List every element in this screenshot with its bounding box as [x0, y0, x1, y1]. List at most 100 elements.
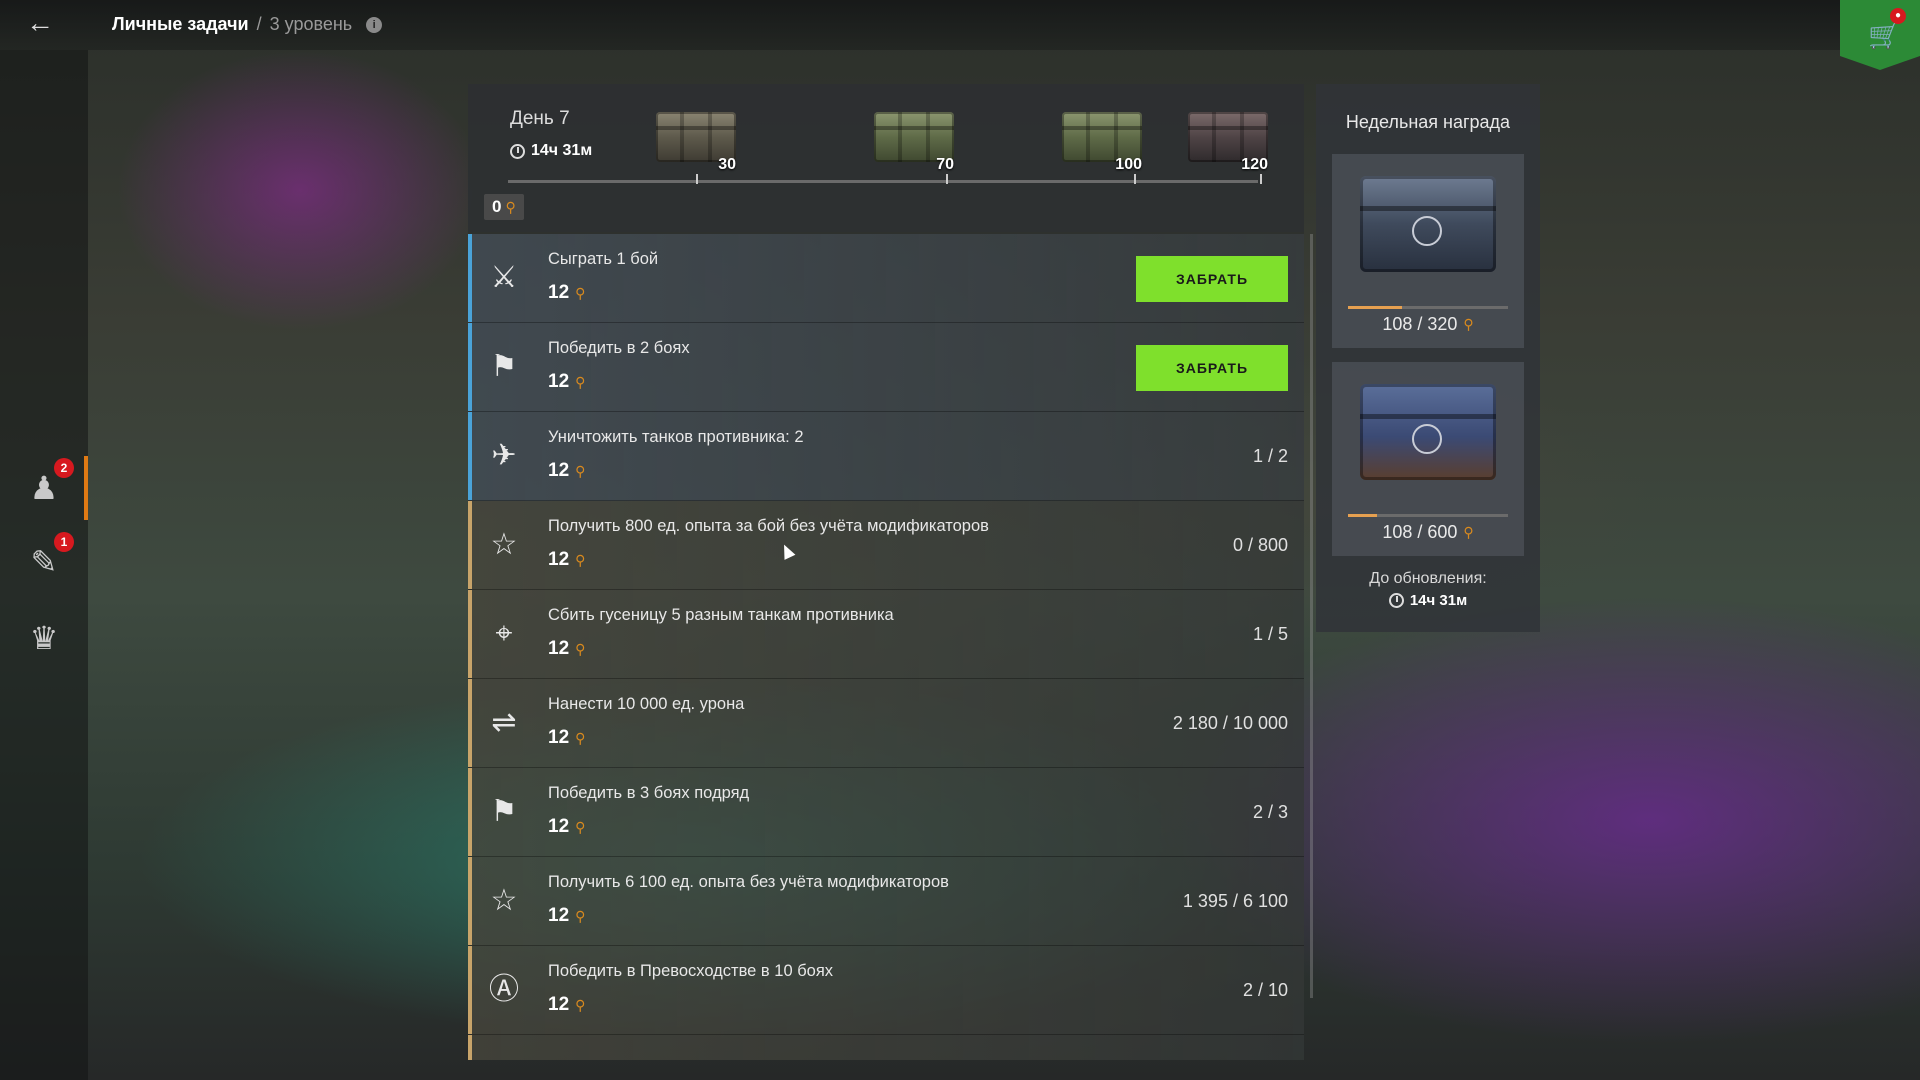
info-icon[interactable]: i: [366, 16, 383, 33]
cart-icon: 🛒: [1868, 20, 1901, 50]
weekly-progress-bar: [1348, 514, 1508, 517]
task-title: Сыграть 1 бой: [548, 250, 659, 268]
rail-tickets[interactable]: ✎ 1: [22, 532, 74, 584]
claim-button[interactable]: ЗАБРАТЬ: [1136, 345, 1288, 391]
key-icon: ⚲: [575, 996, 586, 1013]
task-progress: 2 180 / 10 000: [1172, 713, 1288, 733]
task-progress: 1 395 / 6 100: [1182, 891, 1288, 911]
key-icon: ⚲: [575, 551, 586, 568]
rail-clan[interactable]: ♛: [22, 616, 66, 660]
task-progress: 1 / 2: [1252, 446, 1288, 466]
day-timer-text: 14ч 31м: [531, 142, 593, 159]
key-icon: ⚲: [505, 198, 516, 215]
task-reward: 12 ⚲: [548, 727, 585, 749]
back-arrow-icon[interactable]: ←: [26, 9, 62, 38]
task-row: ⚑ Победить в 2 боях 12 ⚲ ЗАБРАТЬ: [468, 323, 1304, 412]
milestone-tick: [1134, 174, 1136, 184]
update-label: До обновления:: [1369, 570, 1487, 587]
crate-icon: [1062, 112, 1142, 162]
task-title: Сбить гусеницу 5 разным танкам противник…: [548, 606, 894, 624]
task-title: Победить в 3 боях подряд: [548, 784, 750, 802]
weekly-reward-panel: Недельная награда 108 / 320 ⚲ 108 / 600 …: [1316, 84, 1540, 632]
weekly-progress-text: 108 / 600: [1382, 522, 1458, 542]
task-row: ☆ Получить 6 100 ед. опыта без учёта моди…: [468, 857, 1304, 946]
breadcrumb: Личные задачи / 3 уровень i: [112, 14, 383, 35]
supremacy-icon: Ⓐ: [489, 973, 519, 1006]
milestone-crate[interactable]: 100: [1056, 102, 1148, 174]
gift-badge-icon: ●: [1890, 8, 1906, 24]
clan-icon: ♛: [29, 620, 59, 656]
task-row: Ⓐ Победить в Превосходстве в 10 боях 12 ⚲ 2 …: [468, 946, 1304, 1035]
milestone-crate[interactable]: 120: [1182, 102, 1274, 174]
key-icon: ⚲: [575, 284, 586, 301]
breadcrumb-separator: /: [256, 14, 262, 34]
breadcrumb-main: Личные задачи: [112, 14, 249, 34]
left-rail: ♟ 2 ✎ 1 ♛: [0, 50, 88, 1080]
notification-badge: 2: [54, 458, 74, 478]
crate-icon: [656, 112, 736, 162]
weekly-crate-icon: [1360, 176, 1496, 272]
points-counter: 0 ⚲: [484, 194, 524, 220]
daily-progress-track: День 7 14ч 31м 30 70 100 120 0 ⚲: [468, 84, 1304, 232]
update-timer: 14ч 31м: [1316, 592, 1540, 609]
victory-flag-icon: ⚑: [490, 795, 518, 828]
key-icon: ⚲: [575, 729, 586, 746]
crate-icon: [1188, 112, 1268, 162]
task-reward-value: 12: [548, 371, 570, 392]
star-icon: ☆: [490, 528, 518, 561]
task-reward-value: 12: [548, 460, 570, 481]
crate-icon: [874, 112, 954, 162]
tasks-panel: День 7 14ч 31м 30 70 100 120 0 ⚲ ⚔ Сыгра…: [468, 84, 1304, 1060]
task-title: Победить в Превосходстве в 10 боях: [548, 962, 834, 980]
weekly-progress-bar: [1348, 306, 1508, 309]
weekly-reward-card[interactable]: 108 / 320 ⚲: [1332, 154, 1524, 348]
task-reward: 12 ⚲: [548, 638, 585, 660]
claim-button[interactable]: ЗАБРАТЬ: [1136, 256, 1288, 302]
key-icon: ⚲: [575, 907, 586, 924]
weekly-progress-fill: [1348, 306, 1402, 309]
weekly-reward-card[interactable]: 108 / 600 ⚲: [1332, 362, 1524, 556]
task-progress: 1 / 5: [1252, 624, 1288, 644]
task-title: Получить 800 ед. опыта за бой без учёта …: [548, 517, 989, 535]
task-progress: 0 / 800: [1232, 535, 1288, 555]
weekly-reward-title: Недельная награда: [1345, 112, 1511, 132]
task-row-partial: [468, 1035, 1304, 1060]
emblem-icon: [1412, 216, 1442, 246]
milestone-crate[interactable]: 70: [868, 102, 960, 174]
milestone-crate[interactable]: 30: [650, 102, 742, 174]
milestone-value: 100: [1115, 156, 1142, 173]
milestone-value: 120: [1241, 156, 1268, 173]
task-reward-value: 12: [548, 638, 570, 659]
key-icon: ⚲: [575, 640, 586, 657]
progress-track-line: [508, 180, 1258, 183]
milestone-tick: [946, 174, 948, 184]
task-row: ⇌ Нанести 10 000 ед. урона 12 ⚲ 2 180 / 10 0…: [468, 679, 1304, 768]
task-reward: 12 ⚲: [548, 994, 585, 1016]
milestone-tick: [1260, 174, 1262, 184]
task-reward-value: 12: [548, 549, 570, 570]
key-icon: ⚲: [575, 373, 586, 390]
task-reward-value: 12: [548, 282, 570, 303]
task-row: ⌖ Сбить гусеницу 5 разным танкам противни…: [468, 590, 1304, 679]
day-timer: 14ч 31м: [510, 142, 592, 160]
rail-personal-tasks[interactable]: ♟ 2: [22, 456, 88, 520]
crosshair-icon: ⌖: [495, 617, 513, 650]
star-icon: ☆: [490, 884, 518, 917]
task-reward-value: 12: [548, 905, 570, 926]
top-bar: ← Личные задачи / 3 уровень i 🛒 ●: [0, 0, 1920, 70]
task-reward: 12 ⚲: [548, 371, 585, 393]
clock-icon: [1388, 593, 1404, 608]
weekly-progress-count: 108 / 320 ⚲: [1332, 314, 1524, 335]
milestone-value: 30: [718, 156, 736, 173]
key-icon: ⚲: [575, 818, 586, 835]
shop-button[interactable]: 🛒 ●: [1840, 0, 1920, 70]
task-row: ☆ Получить 800 ед. опыта за бой без учёта…: [468, 501, 1304, 590]
task-list-scrollbar[interactable]: [1310, 234, 1313, 998]
task-reward: 12 ⚲: [548, 549, 585, 571]
task-reward: 12 ⚲: [548, 816, 585, 838]
damage-icon: ⇌: [491, 706, 517, 739]
crossed-swords-icon: ⚔: [490, 261, 518, 294]
task-title: Победить в 2 боях: [548, 339, 690, 357]
task-reward-value: 12: [548, 816, 570, 837]
emblem-icon: [1412, 424, 1442, 454]
